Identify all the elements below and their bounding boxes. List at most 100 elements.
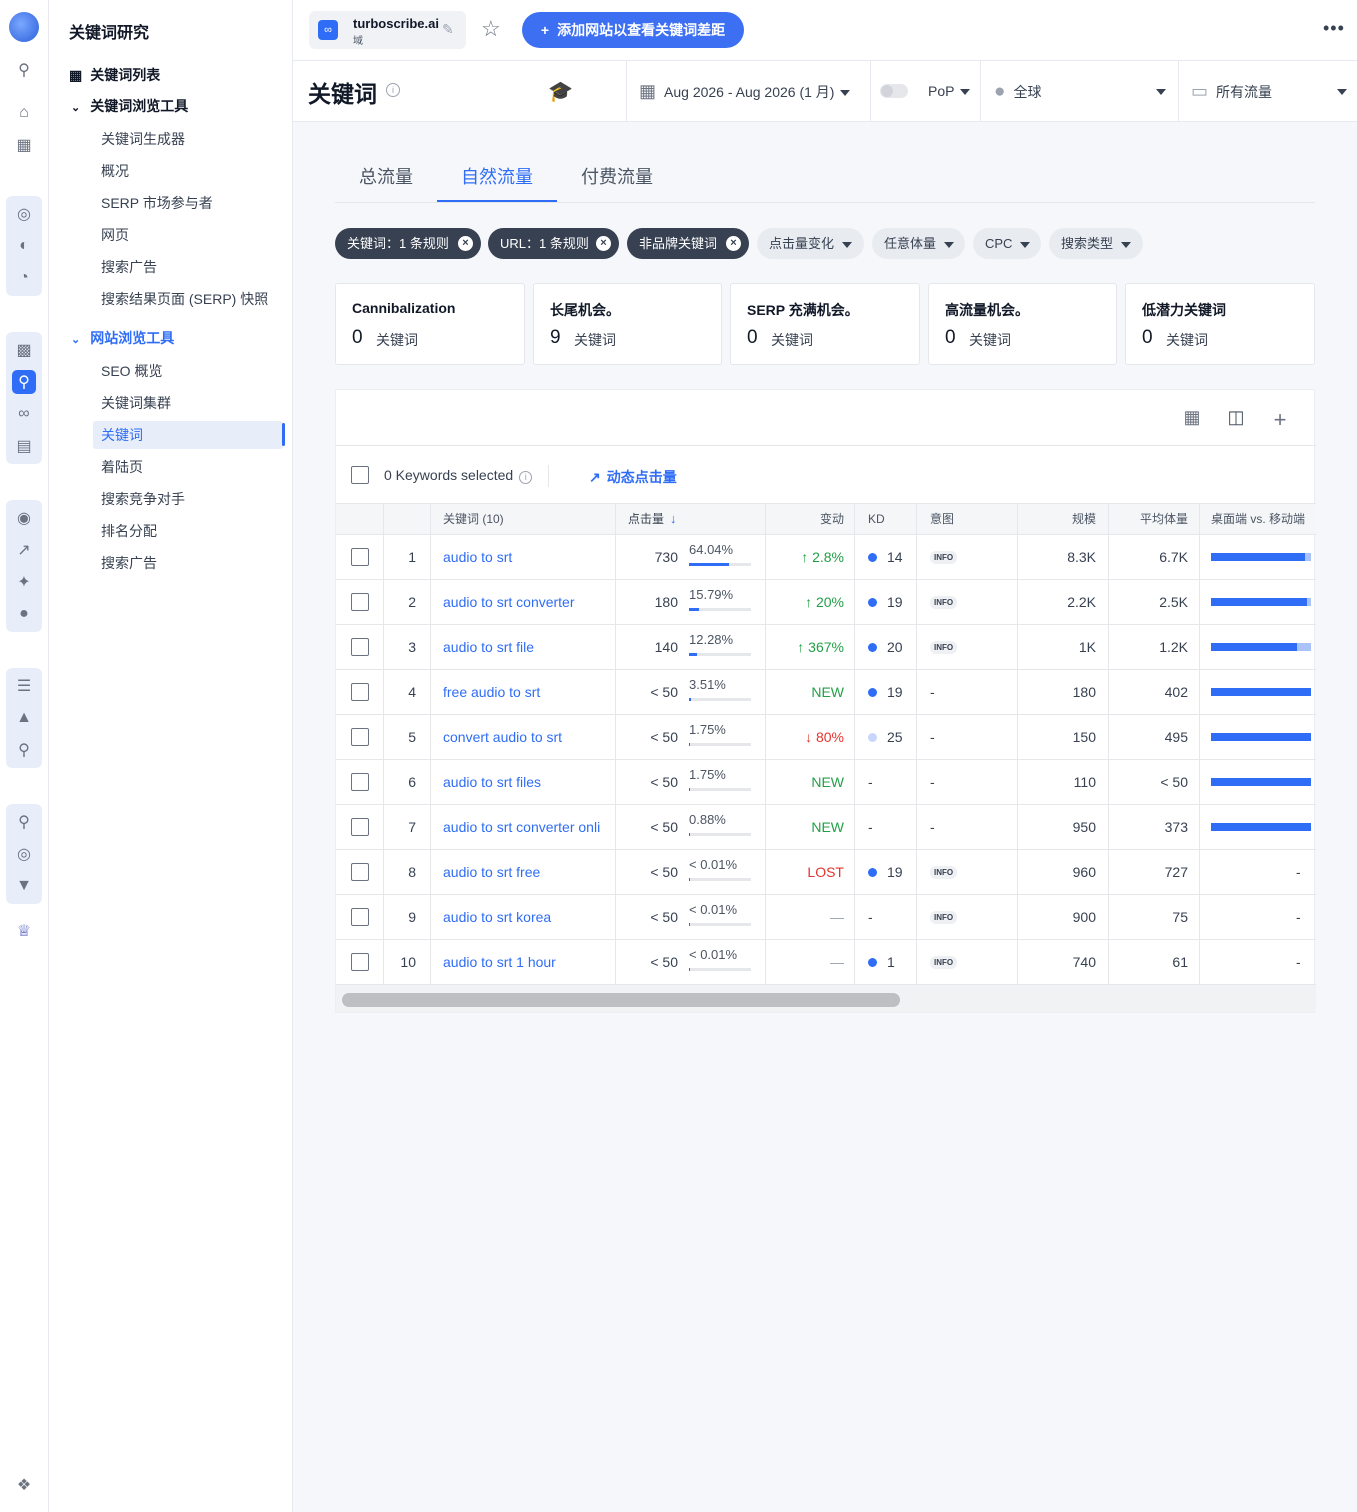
dynamic-clicks-button[interactable]: ↗ 动态点击量 xyxy=(589,467,677,487)
col-intent[interactable]: 意图 xyxy=(930,504,954,534)
info-icon[interactable]: i xyxy=(519,471,533,484)
traffic-icon[interactable]: ◐ xyxy=(12,234,36,258)
link-icon[interactable]: ∞ xyxy=(12,402,36,426)
star-icon[interactable]: ☆ xyxy=(481,16,501,42)
nav-keyword-generator[interactable]: 关键词生成器 xyxy=(101,125,185,153)
date-range-picker[interactable]: ▦ Aug 2026 - Aug 2026 (1 月) xyxy=(639,61,851,122)
keyword-link[interactable]: convert audio to srt xyxy=(443,715,608,759)
row-checkbox[interactable] xyxy=(351,548,369,566)
search-target-icon[interactable]: ◎ xyxy=(12,842,36,866)
card-low-potential[interactable]: 低潜力关键词 0 关键词 xyxy=(1125,283,1315,365)
row-checkbox[interactable] xyxy=(351,638,369,656)
col-device-split[interactable]: 桌面端 vs. 移动端 xyxy=(1211,504,1305,534)
keyword-link[interactable]: audio to srt converter xyxy=(443,580,608,624)
row-checkbox[interactable] xyxy=(351,863,369,881)
nav-search-ads[interactable]: 搜索广告 xyxy=(101,253,157,281)
traffic-dropdown[interactable]: ▭ 所有流量 xyxy=(1191,61,1347,122)
ad-report-icon[interactable]: ☰ xyxy=(12,674,36,698)
home-icon[interactable]: ⌂ xyxy=(12,101,36,125)
more-icon[interactable]: ••• xyxy=(1323,18,1345,39)
row-checkbox[interactable] xyxy=(351,593,369,611)
col-kd[interactable]: KD xyxy=(868,504,885,534)
table-row[interactable]: 2 audio to srt converter 180 15.79% ↑ 20% 19 I… xyxy=(336,580,1316,625)
nav-website-explorer[interactable]: ⌄ 网站浏览工具 xyxy=(71,324,174,352)
domain-selector[interactable]: ∞ turboscribe.ai 域 ✎ xyxy=(309,11,466,49)
nav-keyword-list[interactable]: ▦ 关键词列表 xyxy=(69,61,160,89)
megaphone-icon[interactable]: ▲ xyxy=(12,706,36,730)
col-scale[interactable]: 规模 xyxy=(1026,504,1096,534)
region-dropdown[interactable]: ● 全球 xyxy=(994,61,1166,122)
filter-chip-url[interactable]: URL：1 条规则 × xyxy=(488,228,619,259)
add-icon[interactable]: + xyxy=(1268,407,1292,432)
table-row[interactable]: 9 audio to srt korea < 50 < 0.01% — - INFO 900 7… xyxy=(336,895,1316,940)
nav-seo-overview[interactable]: SEO 概览 xyxy=(101,357,162,385)
keyword-link[interactable]: audio to srt korea xyxy=(443,895,608,939)
row-checkbox[interactable] xyxy=(351,773,369,791)
table-row[interactable]: 5 convert audio to srt < 50 1.75% ↓ 80% 25 - 15… xyxy=(336,715,1316,760)
pop-dropdown[interactable]: PoP xyxy=(928,61,971,122)
card-longtail[interactable]: 长尾机会。 9 关键词 xyxy=(533,283,722,365)
apps-icon[interactable]: ▦ xyxy=(12,133,36,157)
filter-search-type[interactable]: 搜索类型 xyxy=(1049,228,1143,259)
puzzle-icon[interactable]: ❖ xyxy=(12,1473,36,1497)
filter-icon[interactable]: ▼ xyxy=(12,874,36,898)
card-cannibalization[interactable]: Cannibalization 0 关键词 xyxy=(335,283,525,365)
row-checkbox[interactable] xyxy=(351,818,369,836)
row-checkbox[interactable] xyxy=(351,728,369,746)
filter-chip-keyword[interactable]: 关键词：1 条规则 × xyxy=(335,228,481,259)
report-icon[interactable]: ▤ xyxy=(12,434,36,458)
close-icon[interactable]: × xyxy=(596,236,611,251)
card-serp-features[interactable]: SERP 充满机会。 0 关键词 xyxy=(730,283,920,365)
nav-search-ads-2[interactable]: 搜索广告 xyxy=(101,549,157,577)
keyword-link[interactable]: audio to srt file xyxy=(443,625,608,669)
bulb-icon[interactable]: ● xyxy=(12,602,36,626)
eye-icon[interactable]: ◉ xyxy=(12,506,36,530)
close-icon[interactable]: × xyxy=(458,236,473,251)
nav-pages[interactable]: 网页 xyxy=(101,221,129,249)
nav-serp-snapshot[interactable]: 搜索结果页面 (SERP) 快照 xyxy=(101,285,268,313)
table-row[interactable]: 8 audio to srt free < 50 < 0.01% LOST 19 INFO 9… xyxy=(336,850,1316,895)
keyword-link[interactable]: audio to srt 1 hour xyxy=(443,940,608,984)
bar-chart-icon[interactable]: ▩ xyxy=(12,338,36,362)
table-row[interactable]: 6 audio to srt files < 50 1.75% NEW - - 110 < 50 xyxy=(336,760,1316,805)
nav-keyword-explorer[interactable]: ⌄ 关键词浏览工具 xyxy=(71,92,188,120)
search-plus-icon[interactable]: ⚲ xyxy=(12,810,36,834)
keyword-research-icon[interactable]: ⚲ xyxy=(12,370,36,394)
col-clicks[interactable]: 点击量 ↓ xyxy=(628,504,677,534)
table-row[interactable]: 1 audio to srt 730 64.04% ↑ 2.8% 14 INFO 8.3K 6.… xyxy=(336,535,1316,580)
card-high-traffic[interactable]: 高流量机会。 0 关键词 xyxy=(928,283,1117,365)
close-icon[interactable]: × xyxy=(726,236,741,251)
tab-paid-traffic[interactable]: 付费流量 xyxy=(557,152,677,202)
row-checkbox[interactable] xyxy=(351,953,369,971)
keyword-link[interactable]: audio to srt xyxy=(443,535,608,579)
pop-toggle[interactable] xyxy=(880,84,908,98)
crown-icon[interactable]: ♕ xyxy=(12,919,36,943)
tab-total-traffic[interactable]: 总流量 xyxy=(335,152,437,202)
col-change[interactable]: 变动 xyxy=(776,504,844,534)
keyword-link[interactable]: audio to srt free xyxy=(443,850,608,894)
app-logo[interactable] xyxy=(9,12,39,42)
search-icon[interactable]: ⚲ xyxy=(12,58,36,82)
filter-cpc[interactable]: CPC xyxy=(973,228,1041,259)
globe-icon[interactable]: ◎ xyxy=(12,202,36,226)
horizontal-scrollbar[interactable] xyxy=(336,984,1316,1012)
pie-icon[interactable]: ◔ xyxy=(12,266,36,290)
nav-rank-distribution[interactable]: 排名分配 xyxy=(101,517,157,545)
filter-volume[interactable]: 任意体量 xyxy=(872,228,965,259)
nav-overview[interactable]: 概况 xyxy=(101,157,129,185)
table-row[interactable]: 10 audio to srt 1 hour < 50 < 0.01% — 1 INFO 74… xyxy=(336,940,1316,985)
table-row[interactable]: 4 free audio to srt < 50 3.51% NEW 19 - 180 402 xyxy=(336,670,1316,715)
col-avg-volume[interactable]: 平均体量 xyxy=(1116,504,1188,534)
filter-click-change[interactable]: 点击量变化 xyxy=(757,228,864,259)
row-checkbox[interactable] xyxy=(351,683,369,701)
academy-icon[interactable]: 🎓 xyxy=(548,79,573,104)
keyword-link[interactable]: audio to srt converter onli xyxy=(443,805,608,849)
col-keyword[interactable]: 关键词 (10) xyxy=(443,504,504,534)
tab-organic-traffic[interactable]: 自然流量 xyxy=(437,152,557,202)
nav-serp-players[interactable]: SERP 市场参与者 xyxy=(101,189,213,217)
nav-keywords[interactable]: 关键词 xyxy=(93,421,283,449)
filter-chip-nonbrand[interactable]: 非品牌关键词 × xyxy=(627,228,749,259)
columns-icon[interactable]: ▦ xyxy=(1180,407,1204,431)
scrollbar-thumb[interactable] xyxy=(342,993,900,1007)
excel-export-icon[interactable]: ◫ xyxy=(1224,407,1248,431)
